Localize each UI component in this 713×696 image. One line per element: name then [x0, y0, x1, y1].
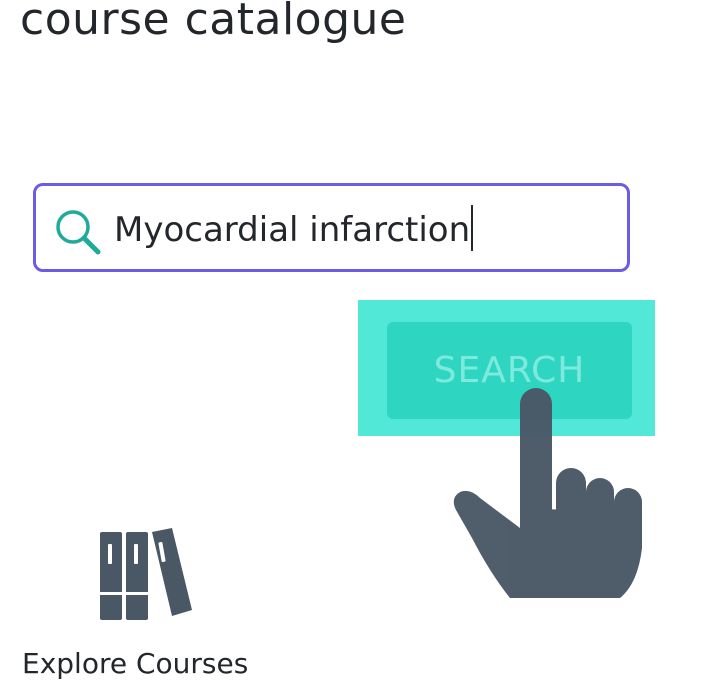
pointing-hand-icon	[453, 388, 642, 598]
page-title: course catalogue	[20, 0, 407, 45]
books-icon	[100, 528, 192, 620]
explore-courses-label[interactable]: Explore Courses	[22, 646, 248, 682]
search-icon	[56, 210, 101, 255]
search-input[interactable]: Myocardial infarction	[114, 205, 474, 254]
search-input-box[interactable]: Myocardial infarction	[33, 183, 630, 272]
search-input-value: Myocardial infarction	[114, 210, 471, 250]
course-catalogue-page: course catalogue Myocardial infarction S…	[0, 0, 713, 696]
text-caret	[471, 205, 474, 251]
